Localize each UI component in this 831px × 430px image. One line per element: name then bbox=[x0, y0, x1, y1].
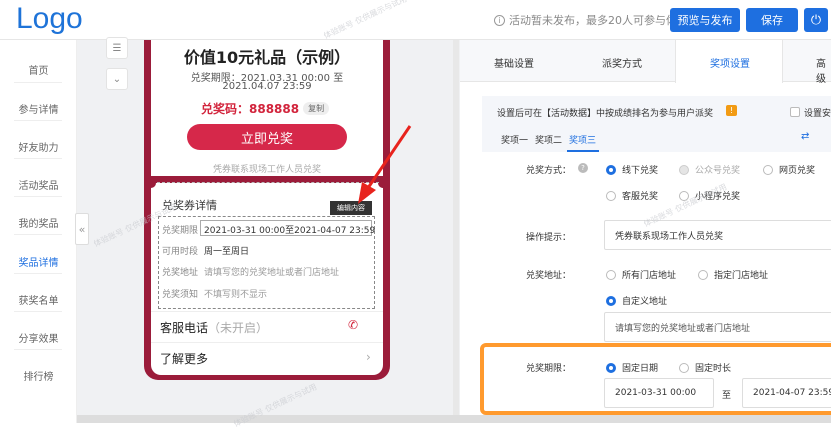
prize-tab-1[interactable]: 奖项一 bbox=[501, 133, 528, 146]
setting-checkbox[interactable] bbox=[790, 107, 800, 117]
sort-icon[interactable]: ⇄ bbox=[801, 131, 809, 142]
nav-item-participation[interactable]: 参与详情 bbox=[0, 101, 77, 116]
left-nav: 首页 参与详情 好友助力 活动奖品 我的奖品 奖品详情 获奖名单 分享效果 排行… bbox=[0, 40, 77, 423]
detail-value: 请填写您的兑奖地址或者门店地址 bbox=[204, 268, 340, 278]
edit-tooltip: 编辑内容 bbox=[330, 201, 372, 215]
radio-custom-address[interactable]: 自定义地址 bbox=[606, 294, 667, 307]
tip-input[interactable]: 凭券联系现场工作人员兑奖 bbox=[604, 220, 831, 250]
page-scrollbar[interactable] bbox=[77, 415, 831, 423]
tab-advanced[interactable]: 高级 bbox=[816, 55, 831, 85]
detail-key: 兑奖期限 bbox=[162, 226, 199, 236]
redeem-code: 兑奖码：888888 复制 bbox=[201, 100, 330, 117]
nav-item-share-effect[interactable]: 分享效果 bbox=[0, 330, 77, 345]
redeem-now-button[interactable]: 立即兑奖 bbox=[187, 124, 347, 150]
chevron-right-icon: › bbox=[366, 350, 371, 364]
detail-row-time: 可用时段 周一至周日 bbox=[162, 244, 249, 257]
publish-notice: i 活动暂未发布，最多20人可参与体验 bbox=[494, 12, 688, 28]
preview-publish-button[interactable]: 预览与发布 bbox=[670, 8, 740, 32]
setting-checkbox-label: 设置安 bbox=[804, 109, 831, 119]
coupon-period-line2: 2021.04.07 23:59 bbox=[222, 81, 312, 92]
detail-value: 周一至周日 bbox=[204, 247, 250, 257]
prize-tab-2[interactable]: 奖项二 bbox=[535, 133, 562, 146]
radio-specified-stores[interactable]: 指定门店地址 bbox=[698, 268, 768, 281]
detail-value: 2021-03-31 00:00至2021-04-07 23:59 bbox=[204, 226, 376, 236]
radio-label: 线下兑奖 bbox=[622, 166, 659, 176]
copy-button[interactable]: 复制 bbox=[303, 102, 330, 115]
nav-item-prize-details[interactable]: 奖品详情 bbox=[0, 254, 77, 269]
nav-item-friend-help[interactable]: 好友助力 bbox=[0, 139, 77, 154]
radio-label: 公众号兑奖 bbox=[695, 166, 741, 176]
radio-label: 所有门店地址 bbox=[622, 271, 677, 281]
ranking-note-text: 设置后可在【活动数据】中按成绩排名为参与用户派奖 bbox=[497, 109, 714, 119]
warning-icon: ! bbox=[726, 105, 737, 116]
tab-distribution[interactable]: 派奖方式 bbox=[602, 55, 642, 70]
radio-offline[interactable]: 线下兑奖 bbox=[606, 163, 658, 176]
radio-customer-service[interactable]: 客服兑奖 bbox=[606, 189, 658, 202]
nav-item-activity-prizes[interactable]: 活动奖品 bbox=[0, 177, 77, 192]
top-header: Logo i 活动暂未发布，最多20人可参与体验 预览与发布 保存 ⏻ bbox=[0, 0, 831, 40]
canvas-scrollbar[interactable] bbox=[453, 40, 459, 423]
radio-label: 自定义地址 bbox=[622, 297, 668, 307]
customer-service-status: （未开启） bbox=[208, 321, 269, 335]
address-input[interactable]: 请填写您的兑奖地址或者门店地址 bbox=[604, 312, 831, 342]
collapse-left-icon[interactable]: « bbox=[75, 213, 89, 245]
tab-basic-settings[interactable]: 基础设置 bbox=[494, 55, 534, 70]
notice-text: 活动暂未发布，最多20人可参与体验 bbox=[509, 14, 688, 27]
detail-key: 可用时段 bbox=[162, 247, 199, 257]
nav-item-leaderboard[interactable]: 排行榜 bbox=[0, 368, 77, 383]
redeem-hint: 凭券联系现场工作人员兑奖 bbox=[212, 165, 321, 175]
nav-item-winner-list[interactable]: 获奖名单 bbox=[0, 292, 77, 307]
coupon-title: 价值10元礼品（示例） bbox=[183, 48, 351, 67]
redeem-code-text: 兑奖码：888888 bbox=[201, 102, 300, 116]
chevron-down-icon[interactable]: ⌄ bbox=[106, 68, 128, 90]
detail-row-address: 兑奖地址 请填写您的兑奖地址或者门店地址 bbox=[162, 265, 339, 278]
radio-all-stores[interactable]: 所有门店地址 bbox=[606, 268, 676, 281]
nav-item-my-prizes[interactable]: 我的奖品 bbox=[0, 215, 77, 230]
tab-prize-settings[interactable]: 奖项设置 bbox=[710, 55, 750, 70]
menu-icon[interactable]: ☰ bbox=[106, 37, 128, 59]
detail-value: 不填写则不显示 bbox=[204, 290, 268, 300]
detail-key: 兑奖须知 bbox=[162, 290, 199, 300]
radio-label: 客服兑奖 bbox=[622, 192, 659, 202]
detail-key: 兑奖地址 bbox=[162, 268, 199, 278]
method-label: 兑奖方式： bbox=[526, 166, 572, 176]
customer-service-label: 客服电话 bbox=[160, 321, 209, 335]
power-icon[interactable]: ⏻ bbox=[804, 8, 828, 32]
phone-icon[interactable]: ✆ bbox=[348, 318, 358, 332]
tip-label: 操作提示： bbox=[526, 233, 572, 243]
prize-tab-indicator bbox=[567, 150, 599, 152]
detail-row-period: 兑奖期限 2021-03-31 00:00至2021-04-07 23:59 bbox=[162, 223, 375, 236]
info-icon: i bbox=[494, 14, 505, 26]
radio-web[interactable]: 网页兑奖 bbox=[763, 163, 815, 176]
address-label: 兑奖地址： bbox=[526, 271, 572, 281]
customer-service[interactable]: 客服电话（未开启） bbox=[160, 319, 268, 336]
help-icon[interactable]: ? bbox=[578, 163, 588, 173]
radio-label: 指定门店地址 bbox=[714, 271, 769, 281]
nav-item-home[interactable]: 首页 bbox=[0, 62, 77, 77]
prize-tab-3[interactable]: 奖项三 bbox=[569, 133, 596, 146]
learn-more-link[interactable]: 了解更多 bbox=[160, 350, 208, 367]
period-highlight-box bbox=[480, 343, 831, 415]
logo: Logo bbox=[16, 2, 83, 35]
save-button[interactable]: 保存 bbox=[746, 8, 798, 32]
detail-row-notice: 兑奖须知 不填写则不显示 bbox=[162, 287, 267, 300]
radio-label: 网页兑奖 bbox=[779, 166, 816, 176]
radio-official-account[interactable]: 公众号兑奖 bbox=[679, 163, 740, 176]
